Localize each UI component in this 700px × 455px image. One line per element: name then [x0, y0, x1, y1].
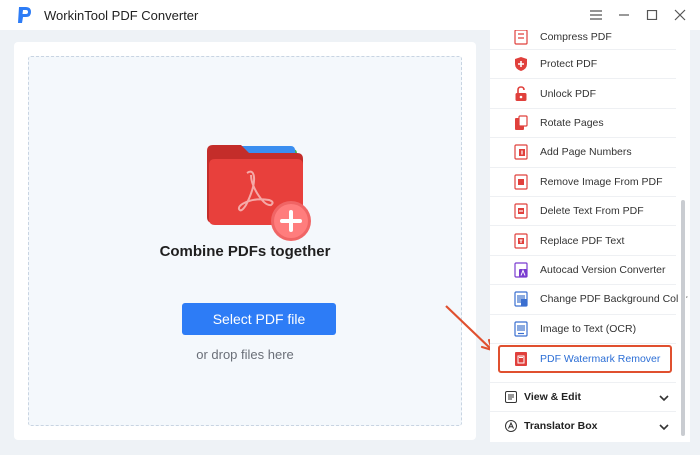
- tool-item-autocad-converter[interactable]: Autocad Version Converter: [490, 256, 676, 286]
- tool-item-watermark-remover[interactable]: PDF Watermark Remover: [498, 344, 672, 373]
- tools-sidebar: Compress PDF Protect PDF Unlock PDF Rota…: [490, 30, 690, 442]
- tool-list: Compress PDF Protect PDF Unlock PDF Rota…: [490, 30, 688, 374]
- autocad-icon: [514, 262, 528, 278]
- settings-icon[interactable]: [582, 0, 610, 30]
- delete-text-icon: [514, 203, 528, 219]
- select-pdf-button[interactable]: Select PDF file: [182, 303, 336, 335]
- tool-item-remove-image[interactable]: Remove Image From PDF: [490, 168, 676, 197]
- main-panel: Combine PDFs together Select PDF file or…: [14, 42, 476, 440]
- minimize-icon[interactable]: [610, 0, 638, 30]
- tool-item-delete-text[interactable]: Delete Text From PDF: [490, 197, 676, 227]
- tool-item-unlock-pdf[interactable]: Unlock PDF: [490, 79, 676, 109]
- background-color-icon: [514, 291, 528, 307]
- translator-icon: [504, 419, 518, 433]
- section-translator-box[interactable]: Translator Box: [490, 411, 676, 440]
- shield-icon: [514, 56, 528, 72]
- section-view-edit[interactable]: View & Edit: [490, 382, 676, 411]
- unlock-icon: [514, 85, 528, 102]
- remove-image-icon: [514, 174, 528, 190]
- rotate-icon: [514, 115, 528, 131]
- app-logo-icon: [14, 5, 34, 25]
- chevron-down-icon[interactable]: [658, 420, 670, 432]
- tool-item-change-background[interactable]: Change PDF Background Color: [490, 285, 688, 315]
- app-title: WorkinTool PDF Converter: [44, 7, 199, 23]
- folder-pdf-icon: [201, 143, 321, 243]
- page-number-icon: [514, 144, 528, 160]
- page-headline: Combine PDFs together: [159, 243, 331, 260]
- ocr-icon: [514, 321, 528, 337]
- tool-item-add-page-numbers[interactable]: Add Page Numbers: [490, 138, 676, 168]
- window-controls: [582, 0, 694, 30]
- maximize-icon[interactable]: [638, 0, 666, 30]
- view-edit-icon: [504, 390, 518, 404]
- compress-icon: [514, 30, 528, 45]
- drop-zone[interactable]: Combine PDFs together Select PDF file or…: [28, 56, 462, 426]
- tool-item-image-to-text[interactable]: Image to Text (OCR): [490, 315, 676, 344]
- chevron-down-icon[interactable]: [658, 391, 670, 403]
- drop-hint: or drop files here: [196, 347, 294, 362]
- tool-item-rotate-pages[interactable]: Rotate Pages: [490, 109, 676, 139]
- close-icon[interactable]: [666, 0, 694, 30]
- replace-text-icon: [514, 232, 528, 249]
- tool-item-compress-pdf[interactable]: Compress PDF: [490, 30, 676, 50]
- tool-item-protect-pdf[interactable]: Protect PDF: [490, 50, 676, 80]
- tool-item-replace-text[interactable]: Replace PDF Text: [490, 226, 676, 256]
- sidebar-scrollbar-thumb[interactable]: [681, 200, 685, 436]
- title-bar: WorkinTool PDF Converter: [0, 0, 700, 30]
- watermark-icon: [514, 351, 528, 367]
